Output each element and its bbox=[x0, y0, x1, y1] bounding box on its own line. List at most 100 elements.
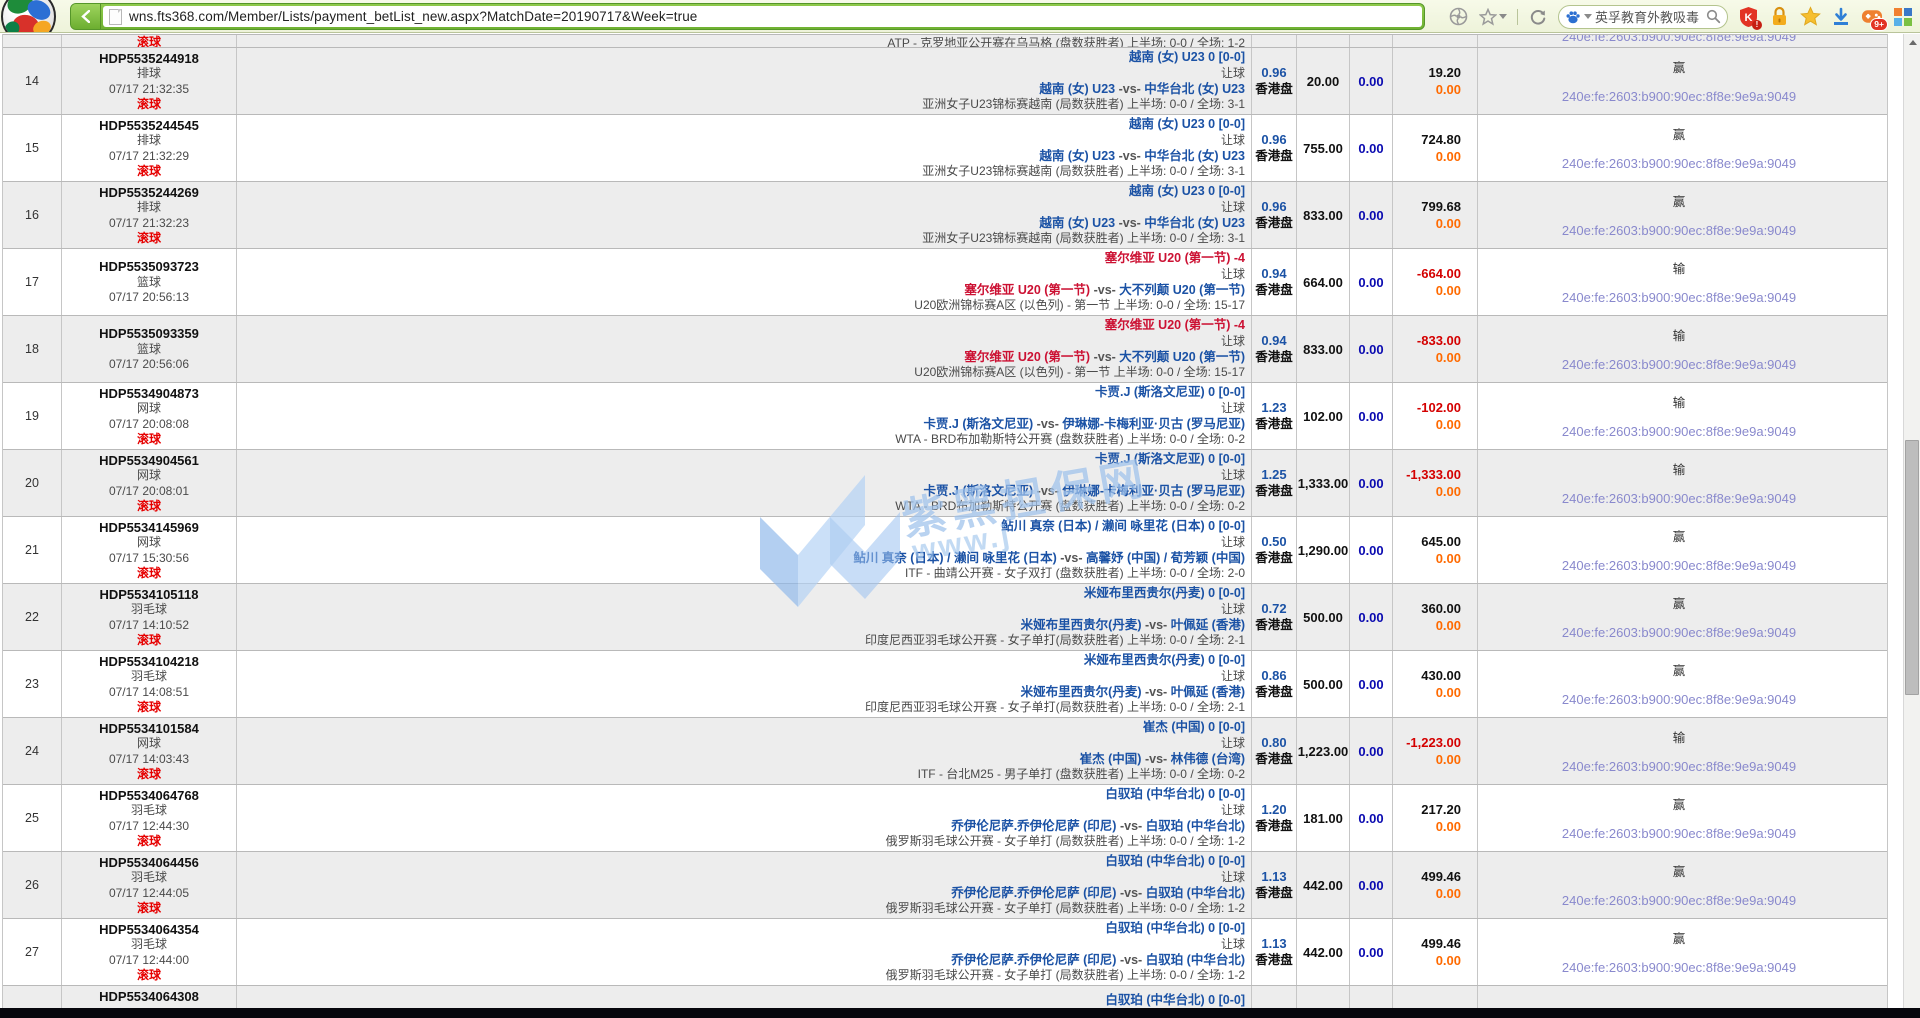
bet-id-cell: HDP5534104218 羽毛球 07/17 14:08:51 滚球 bbox=[62, 651, 237, 717]
refresh-icon[interactable] bbox=[1527, 6, 1549, 28]
bet-type-label: 让球 bbox=[241, 401, 1245, 417]
vs-separator: -vs- bbox=[1037, 417, 1059, 431]
scroll-up-arrow-icon[interactable] bbox=[1904, 34, 1920, 51]
bet-type-label: 让球 bbox=[241, 937, 1245, 953]
search-box[interactable]: 英孚教育外教吸毒 bbox=[1558, 5, 1728, 29]
vs-separator: -vs- bbox=[1145, 685, 1167, 699]
result-cell: 19.20 0.00 bbox=[1393, 48, 1478, 114]
bet-id-cell: HDP5534904873 网球 07/17 20:08:08 滚球 bbox=[62, 383, 237, 449]
odds-cell: 0.50 香港盘 bbox=[1252, 517, 1297, 583]
stake-amount: 500.00 bbox=[1297, 584, 1350, 650]
secondary-amount: 0.00 bbox=[1436, 349, 1461, 366]
commission-amount: 0.00 bbox=[1350, 852, 1393, 918]
league-line: 亚洲女子U23锦标赛越南 (局数获胜者) 上半场: 0-0 / 全场: 3-1 bbox=[241, 164, 1245, 180]
bet-id-cell: HDP5534064456 羽毛球 07/17 12:44:05 滚球 bbox=[62, 852, 237, 918]
live-bet-label: 滚球 bbox=[137, 700, 161, 716]
search-engine-caret[interactable] bbox=[1584, 14, 1592, 19]
row-number: 26 bbox=[3, 852, 62, 918]
outcome-label: 赢 bbox=[1478, 57, 1880, 76]
vs-separator: -vs- bbox=[1119, 216, 1141, 230]
favorite-star-icon[interactable] bbox=[1799, 6, 1821, 28]
result-cell: -664.00 0.00 bbox=[1393, 249, 1478, 315]
odds-value: 0.80 bbox=[1261, 734, 1286, 751]
odds-value: 0.96 bbox=[1261, 64, 1286, 81]
table-row: 14 HDP5535244918 排球 07/17 21:32:35 滚球 越南… bbox=[3, 47, 1887, 114]
sport-label: 羽毛球 bbox=[131, 602, 167, 618]
lock-icon[interactable] bbox=[1768, 6, 1790, 28]
matchup-line: 米娅布里西贵尔(丹麦) -vs- 叶佩延 (香港) bbox=[241, 618, 1245, 634]
odds-cell: 1.23 香港盘 bbox=[1252, 383, 1297, 449]
status-cell: 赢 240e:fe:2603:b900:90ec:8f8e:9e9a:9049 bbox=[1478, 651, 1880, 717]
back-button[interactable] bbox=[71, 4, 101, 29]
download-icon[interactable] bbox=[1830, 6, 1852, 28]
games-badge: 9+ bbox=[1870, 18, 1888, 31]
commission-amount: 0.00 bbox=[1350, 48, 1393, 114]
wheel-icon[interactable] bbox=[1447, 6, 1469, 28]
bet-ip: 240e:fe:2603:b900:90ec:8f8e:9e9a:9049 bbox=[1478, 223, 1880, 238]
bet-ip: 240e:fe:2603:b900:90ec:8f8e:9e9a:9049 bbox=[1478, 893, 1880, 908]
sport-label: 网球 bbox=[137, 535, 161, 551]
result-cell: -833.00 0.00 bbox=[1393, 316, 1478, 382]
match-cell: 卡贾.J (斯洛文尼亚) 0 [0-0] 让球 卡贾.J (斯洛文尼亚) -vs… bbox=[237, 383, 1252, 449]
row-number: 15 bbox=[3, 115, 62, 181]
commission-amount: 0.00 bbox=[1350, 651, 1393, 717]
match-cell: 白驭珀 (中华台北) 0 [0-0] 让球 乔伊伦尼萨.乔伊伦尼萨 (印尼) -… bbox=[237, 852, 1252, 918]
status-cell: 赢 240e:fe:2603:b900:90ec:8f8e:9e9a:9049 bbox=[1478, 584, 1880, 650]
table-row: 15 HDP5535244545 排球 07/17 21:32:29 滚球 越南… bbox=[3, 114, 1887, 181]
market-type: 香港盘 bbox=[1255, 483, 1293, 500]
bet-list-page: 滚球 ATP - 克罗地亚公开赛在乌马格 (盘数获胜者) 上半场: 0-0 / … bbox=[0, 34, 1920, 1008]
market-type: 香港盘 bbox=[1255, 416, 1293, 433]
outcome-label: 输 bbox=[1478, 459, 1880, 478]
row-number: 25 bbox=[3, 785, 62, 851]
league-line: 俄罗斯羽毛球公开赛 - 女子单打 (局数获胜者) 上半场: 0-0 / 全场: … bbox=[241, 901, 1245, 917]
match-cell: 越南 (女) U23 0 [0-0] 让球 越南 (女) U23 -vs- 中华… bbox=[237, 115, 1252, 181]
away-team: 中华台北 (女) U23 bbox=[1144, 82, 1245, 96]
bet-type-label: 让球 bbox=[241, 66, 1245, 82]
league-line: ATP - 克罗地亚公开赛在乌马格 (盘数获胜者) 上半场: 0-0 / 全场:… bbox=[887, 35, 1245, 47]
league-line: U20欧洲锦标赛A区 (以色列) - 第一节 上半场: 0-0 / 全场: 15… bbox=[241, 365, 1245, 381]
bet-timestamp: 07/17 21:32:35 bbox=[109, 82, 189, 98]
league-line: 印度尼西亚羽毛球公开赛 - 女子单打(局数获胜者) 上半场: 0-0 / 全场:… bbox=[241, 700, 1245, 716]
away-team: 叶佩延 (香港) bbox=[1171, 618, 1245, 632]
stake-amount: 442.00 bbox=[1297, 919, 1350, 985]
matchup-line: 越南 (女) U23 -vs- 中华台北 (女) U23 bbox=[241, 149, 1245, 165]
matchup-line: 米娅布里西贵尔(丹麦) -vs- 叶佩延 (香港) bbox=[241, 685, 1245, 701]
win-loss-amount: -664.00 bbox=[1417, 265, 1461, 282]
away-team: 白驭珀 (中华台北) bbox=[1146, 886, 1245, 900]
odds-cell: 0.72 香港盘 bbox=[1252, 584, 1297, 650]
secondary-amount: 0.00 bbox=[1436, 550, 1461, 567]
row-number: 19 bbox=[3, 383, 62, 449]
league-line: 印度尼西亚羽毛球公开赛 - 女子单打(局数获胜者) 上半场: 0-0 / 全场:… bbox=[241, 633, 1245, 649]
live-bet-label: 滚球 bbox=[62, 35, 236, 47]
vs-separator: -vs- bbox=[1145, 618, 1167, 632]
vertical-scrollbar[interactable] bbox=[1903, 34, 1920, 1008]
status-cell: 赢 240e:fe:2603:b900:90ec:8f8e:9e9a:9049 bbox=[1478, 182, 1880, 248]
bet-selection: 鲇川 真奈 (日本) / 濑间 咏里花 (日本) 0 [0-0] bbox=[241, 519, 1245, 535]
search-input[interactable]: 英孚教育外教吸毒 bbox=[1595, 7, 1703, 26]
matchup-line: 塞尔维亚 U20 (第一节) -vs- 大不列颠 U20 (第一节) bbox=[241, 283, 1245, 299]
url-field[interactable]: wns.fts368.com/Member/Lists/payment_betL… bbox=[103, 6, 1422, 27]
market-type: 香港盘 bbox=[1255, 818, 1293, 835]
status-cell: 赢 240e:fe:2603:b900:90ec:8f8e:9e9a:9049 bbox=[1478, 48, 1880, 114]
matchup-line: 崔杰 (中国) -vs- 林伟德 (台湾) bbox=[241, 752, 1245, 768]
scrollbar-thumb[interactable] bbox=[1905, 440, 1919, 695]
apps-grid-icon[interactable] bbox=[1892, 6, 1914, 28]
bet-timestamp: 07/17 14:08:51 bbox=[109, 685, 189, 701]
matchup-line: 越南 (女) U23 -vs- 中华台北 (女) U23 bbox=[241, 216, 1245, 232]
secondary-amount: 0.00 bbox=[1436, 617, 1461, 634]
matchup-line: 卡贾.J (斯洛文尼亚) -vs- 伊琳娜-卡梅利亚·贝古 (罗马尼亚) bbox=[241, 484, 1245, 500]
bet-timestamp: 07/17 21:32:23 bbox=[109, 216, 189, 232]
home-team: 越南 (女) U23 bbox=[1039, 149, 1115, 163]
live-bet-label: 滚球 bbox=[137, 566, 161, 582]
security-shield-icon[interactable]: K ! bbox=[1737, 6, 1759, 28]
bet-id: HDP5535244545 bbox=[99, 118, 199, 134]
games-icon[interactable]: 9+ bbox=[1861, 6, 1883, 28]
bet-ip: 240e:fe:2603:b900:90ec:8f8e:9e9a:9049 bbox=[1478, 35, 1880, 44]
commission-amount: 0.00 bbox=[1350, 919, 1393, 985]
bet-timestamp: 07/17 14:03:43 bbox=[109, 752, 189, 768]
bet-selection: 米娅布里西贵尔(丹麦) 0 [0-0] bbox=[241, 586, 1245, 602]
away-team: 白驭珀 (中华台北) bbox=[1146, 953, 1245, 967]
search-icon[interactable] bbox=[1706, 9, 1721, 24]
win-loss-amount: -102.00 bbox=[1417, 399, 1461, 416]
bookmark-star-icon[interactable] bbox=[1478, 6, 1508, 28]
